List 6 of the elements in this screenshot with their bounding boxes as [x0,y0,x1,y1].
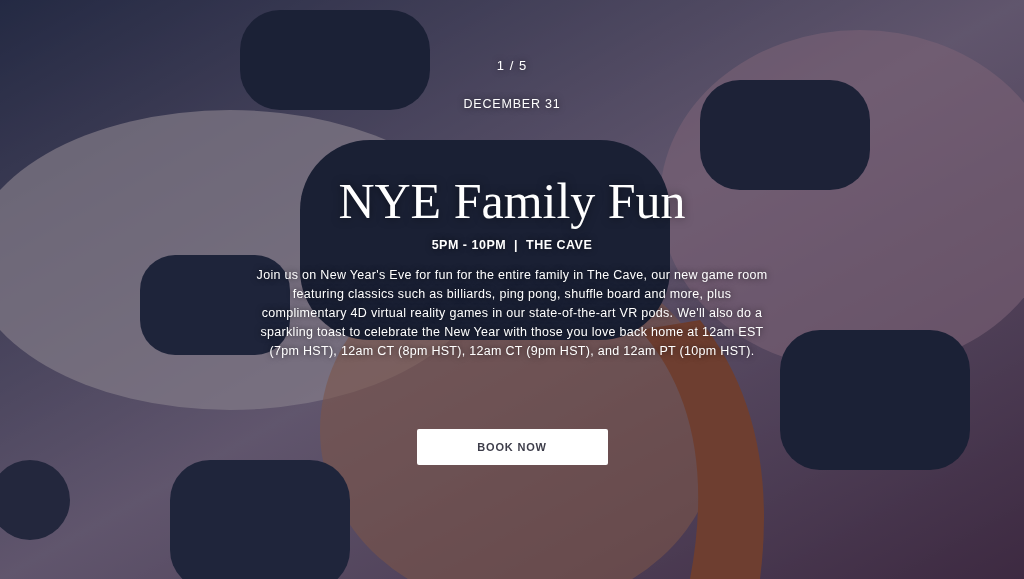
event-details: 5PM - 10PM | THE CAVE [431,238,593,252]
event-title: NYE Family Fun [338,173,686,229]
slide-counter: 1 / 5 [496,58,528,73]
book-now-button[interactable]: BOOK NOW [416,429,608,465]
event-description: Join us on New Year's Eve for fun for the entire family in The Cave, our new game room featuring classics such as billiards, ping pong, shuffle board and more, plus complimentary 4D virtual reality games in our state-of-the-art VR pods. We'll also do a sparkling toast to celebrate the New Year with those you love back home at 12am EST (7pm HST), 12am CT (8pm HST), 12am CT (9pm HST), and 12am PT (10pm HST). [255,267,769,360]
event-date: DECEMBER 31 [463,97,561,111]
